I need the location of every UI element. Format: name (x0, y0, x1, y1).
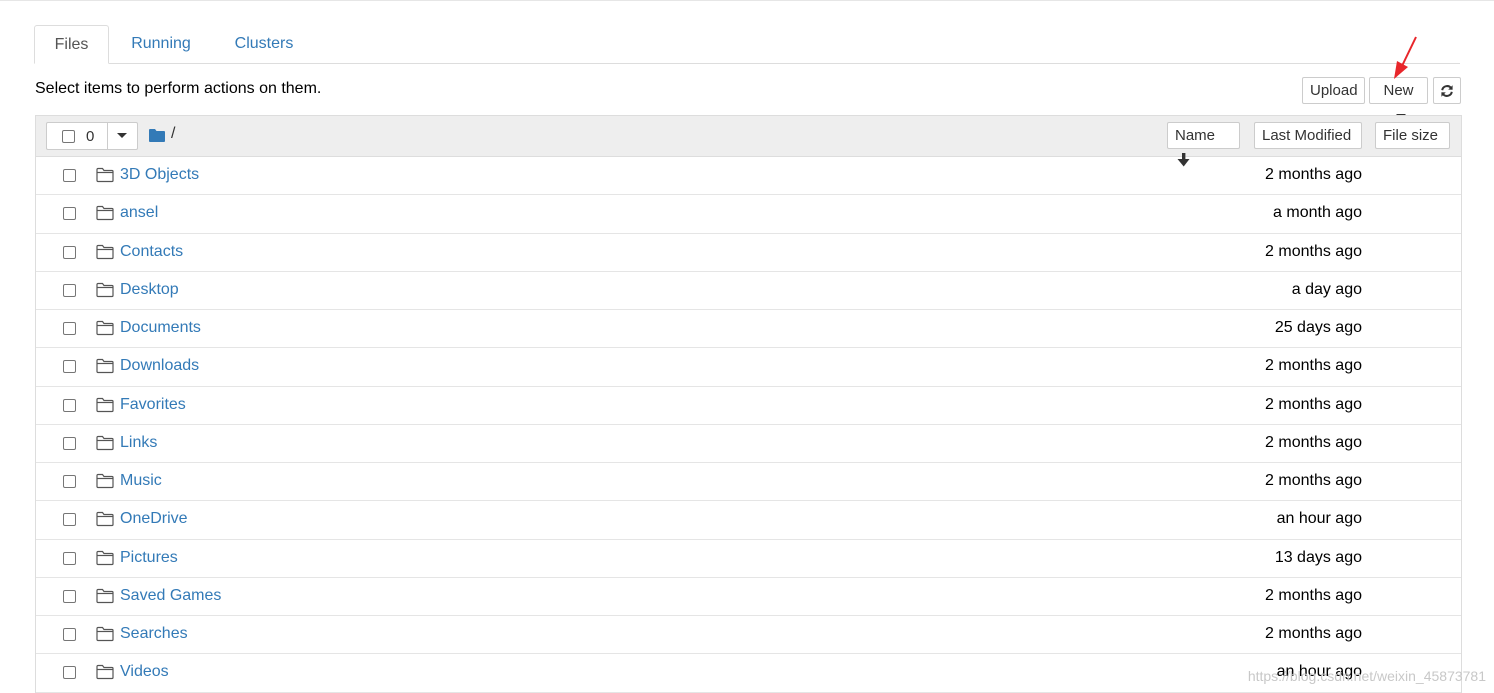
file-list-header: 0 / Name Last Modified File size (36, 116, 1461, 167)
file-name-link[interactable]: Links (120, 434, 157, 452)
file-name-link[interactable]: Searches (120, 625, 188, 643)
table-row[interactable]: Pictures 13 days ago (36, 540, 1461, 578)
caret-down-icon (117, 133, 127, 138)
folder-icon[interactable] (149, 128, 165, 142)
tab-running[interactable]: Running (119, 25, 203, 63)
select-dropdown-toggle[interactable] (107, 122, 138, 150)
file-name-link[interactable]: Documents (120, 319, 201, 337)
upload-button[interactable]: Upload (1302, 77, 1365, 104)
row-checkbox[interactable] (63, 360, 76, 374)
file-name-link[interactable]: Music (120, 472, 162, 490)
select-all-checkbox[interactable] (62, 130, 75, 143)
last-modified-value: 2 months ago (1265, 166, 1362, 183)
last-modified-value: 25 days ago (1274, 319, 1362, 336)
tab-bar: Files Running Clusters (34, 25, 1460, 64)
file-name-link[interactable]: Pictures (120, 549, 178, 567)
last-modified-value: 2 months ago (1265, 433, 1362, 451)
last-modified-value: 2 months ago (1265, 357, 1362, 375)
file-name-link[interactable]: Contacts (120, 243, 183, 261)
table-row[interactable]: Saved Games 2 months ago (36, 578, 1461, 616)
table-row[interactable]: Downloads 2 months ago (36, 348, 1461, 387)
row-checkbox[interactable] (63, 513, 76, 527)
table-row[interactable]: Documents 25 days ago (36, 310, 1461, 349)
row-checkbox[interactable] (63, 551, 76, 565)
folder-outline-icon (96, 244, 114, 259)
sort-last-modified-button[interactable]: Last Modified (1254, 122, 1362, 149)
file-name-link[interactable]: Videos (120, 663, 169, 681)
folder-outline-icon (96, 550, 114, 565)
folder-outline-icon (96, 665, 114, 680)
file-name-link[interactable]: Saved Games (120, 587, 221, 605)
row-checkbox[interactable] (63, 245, 76, 259)
table-row[interactable]: Links 2 months ago (36, 425, 1461, 463)
file-name-link[interactable]: ansel (120, 204, 158, 222)
folder-outline-icon (96, 473, 114, 489)
row-checkbox[interactable] (63, 436, 76, 450)
last-modified-value: 2 months ago (1265, 586, 1362, 604)
row-checkbox[interactable] (63, 666, 76, 680)
top-border (0, 0, 1494, 1)
folder-outline-icon (96, 282, 114, 297)
sort-name-label: Name (1175, 127, 1216, 144)
file-name-link[interactable]: OneDrive (120, 510, 188, 528)
last-modified-value: a day ago (1291, 280, 1362, 298)
row-checkbox[interactable] (63, 628, 76, 641)
row-checkbox[interactable] (63, 207, 76, 221)
selected-count: 0 (86, 128, 95, 145)
refresh-button[interactable] (1433, 77, 1461, 104)
folder-outline-icon (96, 626, 114, 642)
row-checkbox[interactable] (63, 169, 76, 182)
table-row[interactable]: Music 2 months ago (36, 463, 1461, 502)
sort-name-button[interactable]: Name (1167, 122, 1240, 167)
annotation-arrow-icon (1394, 36, 1417, 79)
sort-file-size-button[interactable]: File size (1375, 122, 1450, 149)
last-modified-value: 2 months ago (1265, 472, 1362, 489)
last-modified-value: an hour ago (1276, 510, 1362, 528)
folder-outline-icon (96, 512, 114, 527)
file-rows: 3D Objects 2 months ago ansel a month ago Co… (36, 157, 1461, 693)
table-row[interactable]: Desktop a day ago (36, 272, 1461, 310)
folder-outline-icon (96, 167, 114, 183)
table-row[interactable]: OneDrive an hour ago (36, 501, 1461, 540)
file-list: 0 / Name Last Modified File size 3D Obje… (35, 115, 1462, 693)
select-all-control[interactable]: 0 (46, 122, 138, 150)
file-name-link[interactable]: Favorites (120, 396, 186, 414)
tab-files[interactable]: Files (34, 25, 109, 64)
last-modified-value: 2 months ago (1265, 242, 1362, 260)
folder-outline-icon (96, 588, 114, 603)
table-row[interactable]: 3D Objects 2 months ago (36, 157, 1461, 196)
last-modified-value: 2 months ago (1265, 395, 1362, 413)
file-name-link[interactable]: Desktop (120, 281, 179, 299)
row-checkbox[interactable] (63, 283, 76, 297)
tab-clusters[interactable]: Clusters (222, 25, 306, 63)
folder-outline-icon (96, 435, 114, 450)
selection-hint: Select items to perform actions on them. (35, 80, 322, 97)
folder-outline-icon (96, 206, 114, 221)
row-checkbox[interactable] (63, 475, 76, 488)
file-name-link[interactable]: 3D Objects (120, 166, 199, 184)
folder-outline-icon (96, 359, 114, 374)
table-row[interactable]: Searches 2 months ago (36, 616, 1461, 655)
folder-outline-icon (96, 397, 114, 412)
last-modified-value: 13 days ago (1274, 548, 1362, 566)
folder-outline-icon (96, 320, 114, 336)
breadcrumb-path[interactable]: / (171, 125, 175, 143)
refresh-icon (1441, 85, 1453, 97)
table-row[interactable]: ansel a month ago (36, 195, 1461, 234)
table-row[interactable]: Favorites 2 months ago (36, 387, 1461, 425)
file-name-link[interactable]: Downloads (120, 357, 199, 375)
last-modified-value: a month ago (1273, 204, 1362, 222)
table-row[interactable]: Contacts 2 months ago (36, 234, 1461, 272)
row-checkbox[interactable] (63, 322, 76, 335)
row-checkbox[interactable] (63, 398, 76, 412)
watermark: https://blog.csdn.net/weixin_45873781 (1247, 668, 1486, 684)
last-modified-value: 2 months ago (1265, 625, 1362, 642)
row-checkbox[interactable] (63, 589, 76, 603)
